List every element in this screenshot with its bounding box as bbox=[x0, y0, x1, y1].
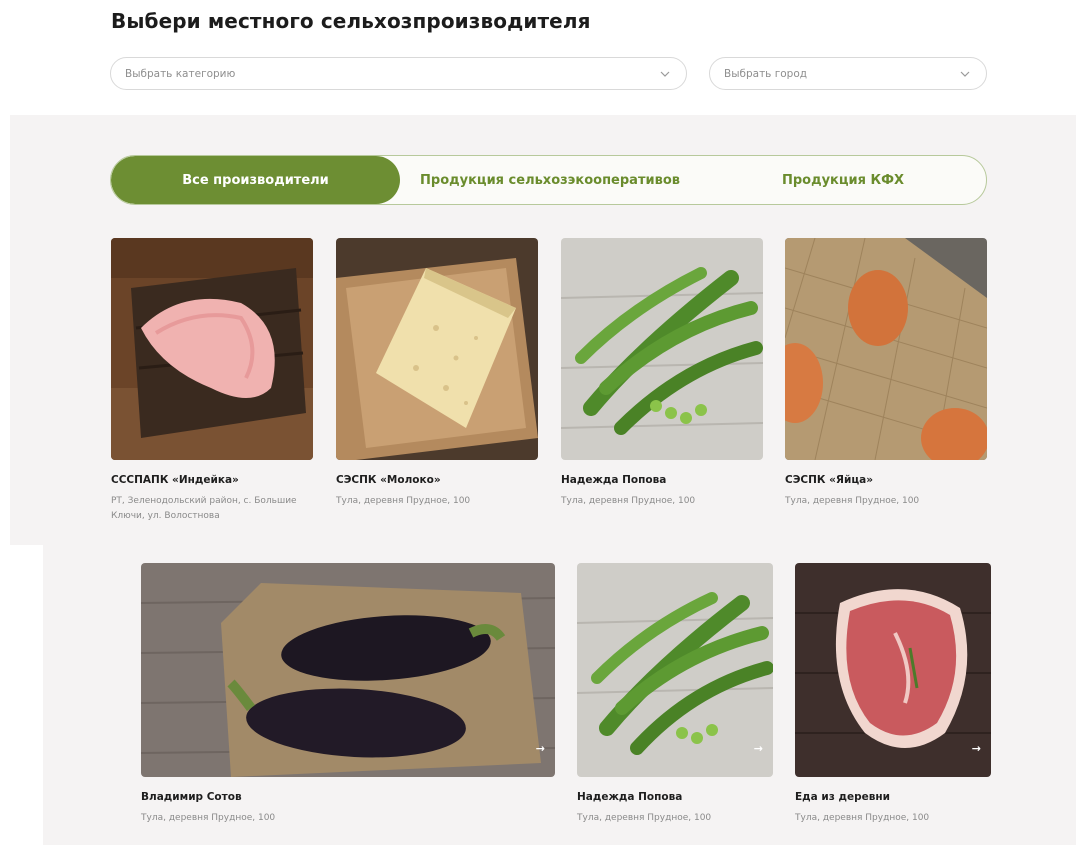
producer-card[interactable]: → Еда из деревни Тула, деревня Прудное, … bbox=[795, 563, 991, 826]
producer-name: Еда из деревни bbox=[795, 791, 891, 803]
producer-address: РТ, Зеленодольский район, с. Большие Клю… bbox=[111, 496, 297, 521]
turkey-meat-image bbox=[111, 238, 313, 460]
arrow-right-icon: → bbox=[535, 742, 545, 755]
ham-image: → bbox=[795, 563, 991, 777]
producer-address: Тула, деревня Прудное, 100 bbox=[785, 496, 920, 506]
producer-address: Тула, деревня Прудное, 100 bbox=[141, 813, 276, 823]
producer-card[interactable]: СЭСПК «Молоко» Тула, деревня Прудное, 10… bbox=[336, 238, 538, 509]
producer-name: СЭСПК «Яйца» bbox=[785, 474, 874, 486]
producer-card[interactable]: СЭСПК «Яйца» Тула, деревня Прудное, 100 bbox=[785, 238, 987, 509]
page-title: Выбери местного сельхозпроизводителя bbox=[111, 9, 591, 33]
green-peas-image: → bbox=[577, 563, 773, 777]
tab-cooperatives[interactable]: Продукция сельхозэкооперативов bbox=[400, 156, 700, 204]
producer-name: СССПАПК «Индейка» bbox=[111, 474, 239, 486]
producer-card[interactable]: Надежда Попова Тула, деревня Прудное, 10… bbox=[561, 238, 763, 509]
arrow-right-icon: → bbox=[971, 742, 981, 755]
producer-name: Надежда Попова bbox=[561, 474, 667, 486]
page: Выбери местного сельхозпроизводителя Выб… bbox=[0, 0, 1076, 845]
tab-all-producers[interactable]: Все производители bbox=[111, 156, 400, 204]
producer-address: Тула, деревня Прудное, 100 bbox=[561, 496, 696, 506]
producer-address: Тула, деревня Прудное, 100 bbox=[795, 813, 930, 823]
category-select-placeholder: Выбрать категорию bbox=[125, 67, 236, 80]
category-select[interactable]: Выбрать категорию bbox=[110, 57, 687, 90]
producer-name: СЭСПК «Молоко» bbox=[336, 474, 441, 486]
producer-name: Владимир Сотов bbox=[141, 791, 242, 803]
producer-card[interactable]: → Владимир Сотов Тула, деревня Прудное, … bbox=[141, 563, 555, 826]
green-peas-image bbox=[561, 238, 763, 460]
arrow-right-icon: → bbox=[753, 742, 763, 755]
city-select[interactable]: Выбрать город bbox=[709, 57, 987, 90]
chevron-down-icon bbox=[958, 67, 972, 81]
cheese-image bbox=[336, 238, 538, 460]
producer-card[interactable]: СССПАПК «Индейка» РТ, Зеленодольский рай… bbox=[111, 238, 313, 524]
city-select-placeholder: Выбрать город bbox=[724, 67, 808, 80]
eggs-image bbox=[785, 238, 987, 460]
producer-card[interactable]: → Надежда Попова Тула, деревня Прудное, … bbox=[577, 563, 773, 826]
producer-address: Тула, деревня Прудное, 100 bbox=[336, 496, 471, 506]
producer-type-tabs: Все производители Продукция сельхозэкооп… bbox=[110, 155, 987, 205]
chevron-down-icon bbox=[658, 67, 672, 81]
producer-name: Надежда Попова bbox=[577, 791, 683, 803]
tab-kfh[interactable]: Продукция КФХ bbox=[700, 156, 986, 204]
producer-address: Тула, деревня Прудное, 100 bbox=[577, 813, 712, 823]
eggplants-image: → bbox=[141, 563, 555, 777]
